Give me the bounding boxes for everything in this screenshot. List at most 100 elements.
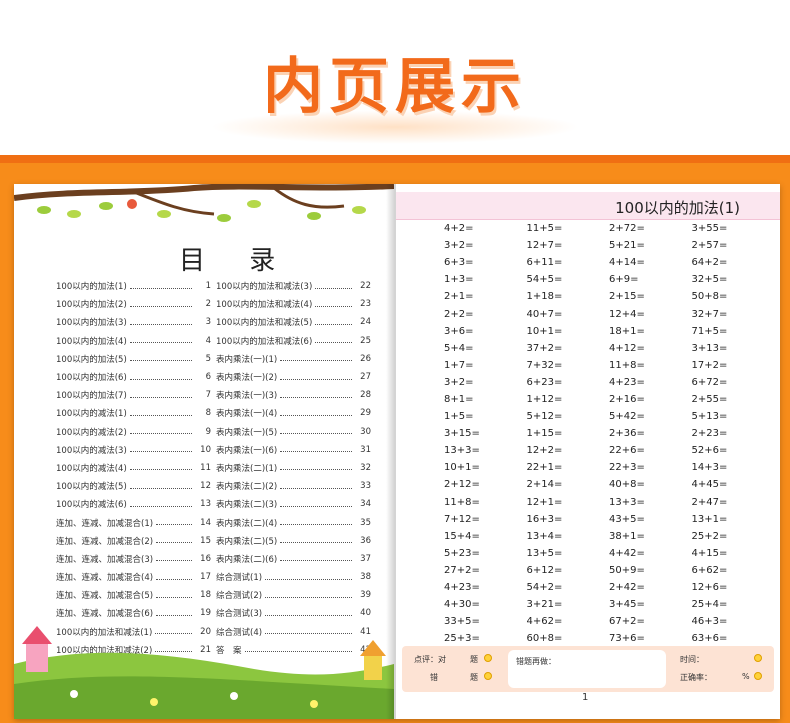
- toc-entry-page: 38: [360, 572, 371, 583]
- meadow-illustration: [14, 626, 394, 719]
- toc-entry-label: 表内乘法(一)(3): [216, 391, 278, 402]
- problem-row: 33+5= 4+62= 67+2= 46+3=: [444, 613, 774, 630]
- toc-leader-dots: [315, 302, 352, 307]
- addition-problem: 4+30=: [444, 599, 480, 611]
- addition-problem: 3+2=: [444, 240, 474, 252]
- addition-problem: 32+7=: [691, 308, 728, 320]
- addition-problem: 6+11=: [526, 257, 563, 269]
- addition-problem: 38+1=: [609, 530, 645, 542]
- toc-entry: 连加、连减、加减混合(5) 18: [56, 586, 211, 604]
- toc-entry-label: 表内乘法(二)(4): [216, 518, 278, 529]
- toc-entry: 100以内的加法(1) 1: [56, 277, 211, 295]
- toc-entry-label: 表内乘法(一)(4): [216, 409, 278, 420]
- toc-entry-page: 33: [360, 481, 371, 492]
- frown-icon: [484, 672, 492, 680]
- toc-entry: 表内乘法(二)(1) 32: [216, 459, 371, 477]
- toc-entry: 100以内的减法(6) 13: [56, 495, 211, 513]
- toc-entry-page: 23: [360, 299, 371, 310]
- problem-row: 2+1= 1+18= 2+15= 50+8=: [444, 288, 774, 305]
- toc-entry-page: 28: [360, 390, 371, 401]
- toc-entry-label: 100以内的减法(3): [56, 445, 127, 456]
- addition-problem: 22+1=: [526, 462, 563, 474]
- problem-row: 25+3= 60+8= 73+6= 63+6=: [444, 630, 774, 647]
- toc-entry-page: 10: [200, 444, 211, 455]
- toc-entry: 连加、连减、加减混合(4) 17: [56, 568, 211, 586]
- addition-problem: 3+45=: [609, 599, 645, 611]
- toc-entry-label: 100以内的加法和减法(6): [216, 336, 313, 347]
- toc-entry-label: 100以内的加法(1): [56, 282, 127, 293]
- toc-leader-dots: [156, 538, 192, 544]
- addition-problem: 2+42=: [609, 582, 645, 594]
- evaluation-footer: 点评：对 题 错 题 错题再做： 时间： 正确率： %: [402, 646, 774, 692]
- addition-problem: 5+12=: [526, 411, 563, 423]
- toc-entry: 100以内的加法和减法(4) 23: [216, 295, 371, 313]
- toc-entry-label: 综合测试(1): [216, 573, 263, 584]
- toc-leader-dots: [280, 393, 352, 398]
- addition-problem: 3+6=: [444, 325, 474, 337]
- addition-problem: 5+42=: [609, 411, 645, 423]
- toc-entry-page: 36: [360, 535, 371, 546]
- addition-problem: 50+9=: [609, 564, 645, 576]
- toc-entry: 表内乘法(一)(1) 26: [216, 350, 371, 368]
- orange-stripe: [0, 155, 790, 163]
- toc-entry-label: 综合测试(3): [216, 609, 263, 620]
- addition-problem: 4+2=: [444, 223, 474, 235]
- toc-entry-label: 表内乘法(一)(2): [216, 373, 278, 384]
- toc-column-1: 100以内的加法(1) 1 100以内的加法(2) 2 100以内的加法(3) 3 100以…: [56, 277, 211, 659]
- toc-entry: 表内乘法(二)(5) 36: [216, 532, 371, 550]
- toc-entry-label: 100以内的加法(3): [56, 318, 127, 329]
- addition-problem: 5+4=: [444, 342, 474, 354]
- toc-entry-label: 表内乘法(一)(5): [216, 427, 278, 438]
- toc-entry-page: 22: [360, 281, 371, 292]
- toc-leader-dots: [156, 520, 192, 526]
- addition-problem: 7+12=: [444, 513, 480, 525]
- addition-problem: 2+55=: [691, 393, 728, 405]
- toc-leader-dots: [280, 520, 352, 526]
- problem-row: 4+23= 54+2= 2+42= 12+6=: [444, 579, 774, 596]
- exercise-header: 100以内的加法(1): [396, 192, 780, 220]
- problem-row: 1+7= 7+32= 11+8= 17+2=: [444, 357, 774, 374]
- addition-problem: 1+5=: [444, 411, 474, 423]
- problem-row: 5+4= 37+2= 4+12= 3+13=: [444, 340, 774, 357]
- toc-leader-dots: [280, 538, 352, 544]
- addition-problem: 12+6=: [691, 582, 728, 594]
- toc-entry-label: 综合测试(2): [216, 591, 263, 602]
- addition-problem: 25+3=: [444, 633, 480, 645]
- toc-entry-page: 6: [205, 372, 211, 383]
- addition-problem: 2+57=: [691, 240, 728, 252]
- addition-problem: 11+8=: [444, 496, 480, 508]
- toc-entry-label: 表内乘法(二)(5): [216, 536, 278, 547]
- addition-problem: 54+2=: [526, 582, 563, 594]
- toc-entry: 100以内的加法(4) 4: [56, 332, 211, 350]
- toc-entry-label: 100以内的减法(2): [56, 427, 127, 438]
- page-title: 内页展示: [263, 52, 527, 122]
- addition-problem: 4+14=: [609, 257, 645, 269]
- toc-entry-page: 12: [200, 481, 211, 492]
- toc-entry: 100以内的减法(1) 8: [56, 404, 211, 422]
- addition-problem: 25+2=: [691, 530, 728, 542]
- addition-problem: 1+3=: [444, 274, 474, 286]
- toc-entry-label: 表内乘法(二)(1): [216, 463, 278, 474]
- toc-entry-label: 表内乘法(一)(1): [216, 354, 278, 365]
- wrong-unit: 题: [470, 673, 478, 682]
- addition-problem: 4+62=: [526, 616, 563, 628]
- toc-leader-dots: [129, 302, 192, 307]
- toc-entry: 100以内的加法(5) 5: [56, 350, 211, 368]
- addition-problem: 33+5=: [444, 616, 480, 628]
- addition-problem: 1+12=: [526, 393, 563, 405]
- open-book: 目 录 100以内的加法(1) 1 100以内的加法(2) 2 100以内的加法(3) 3…: [14, 184, 780, 719]
- addition-problem: 27+2=: [444, 564, 480, 576]
- addition-problem: 2+16=: [609, 393, 645, 405]
- toc-entry-page: 2: [205, 299, 211, 310]
- toc-leader-dots: [129, 393, 192, 398]
- toc-entry-page: 8: [205, 408, 211, 419]
- toc-entry: 100以内的加法和减法(6) 25: [216, 332, 371, 350]
- addition-problem: 71+5=: [691, 325, 728, 337]
- toc-entry: 表内乘法(一)(3) 28: [216, 386, 371, 404]
- toc-leader-dots: [129, 484, 192, 489]
- problem-row: 27+2= 6+12= 50+9= 6+62=: [444, 562, 774, 579]
- addition-problem: 3+2=: [444, 376, 474, 388]
- toc-entry-label: 100以内的加法和减法(4): [216, 300, 313, 311]
- toc-entry: 100以内的加法(7) 7: [56, 386, 211, 404]
- addition-problem: 22+3=: [609, 462, 645, 474]
